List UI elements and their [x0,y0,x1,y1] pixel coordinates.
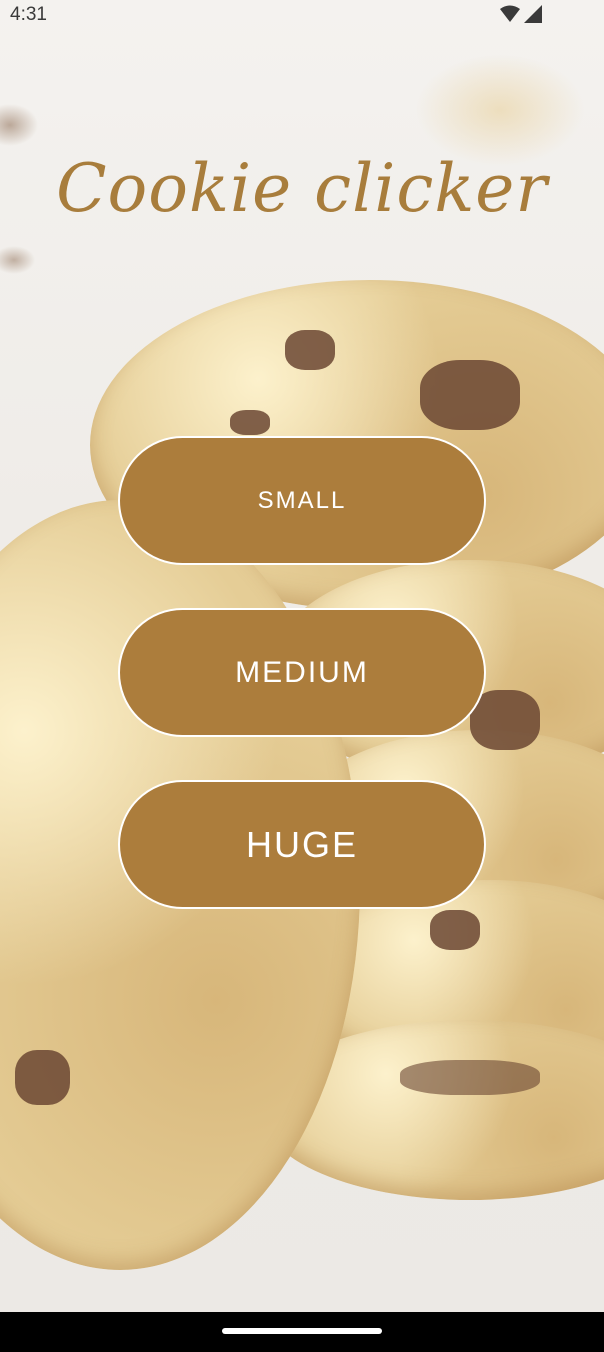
chocolate-chip [230,410,270,435]
status-time: 4:31 [10,4,47,25]
chocolate-chip [430,910,480,950]
home-gesture-handle[interactable] [222,1328,382,1334]
chocolate-chip [420,360,520,430]
cellular-signal-icon [524,5,542,28]
app-title: Cookie clicker [56,150,548,227]
huge-button[interactable]: HUGE [118,780,486,909]
small-button[interactable]: SMALL [118,436,486,565]
medium-button[interactable]: MEDIUM [118,608,486,737]
status-icons [500,5,542,28]
chocolate-chip [400,1060,540,1095]
chocolate-chip [285,330,335,370]
wifi-icon [500,5,520,28]
status-bar: 4:31 [0,0,604,30]
chocolate-chip [470,690,540,750]
navigation-bar [0,1312,604,1352]
chocolate-chip [15,1050,70,1105]
